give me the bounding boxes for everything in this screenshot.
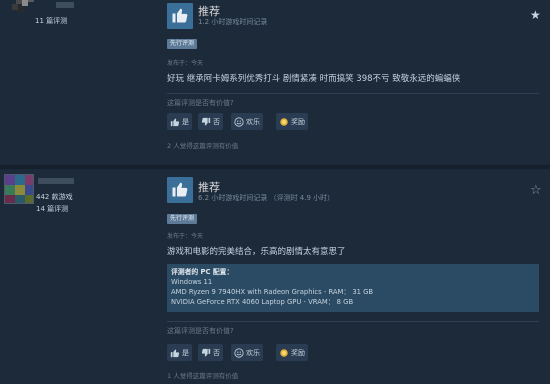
divider <box>167 321 539 322</box>
thumbs-up-icon <box>172 182 188 197</box>
review-card: 11 篇评测 推荐 1.2 小时游戏时间记录 ★ 先行评测 发布于：今天 好玩 … <box>0 0 550 164</box>
vote-funny-label: 欢乐 <box>246 348 260 357</box>
specs-line: NVIDIA GeForce RTX 4060 Laptop GPU - VRA… <box>171 298 354 306</box>
avatar[interactable] <box>4 174 34 204</box>
vote-funny-button[interactable]: 欢乐 <box>231 113 263 130</box>
award-button[interactable]: 奖励 <box>276 344 308 361</box>
author-name-blurred[interactable] <box>56 2 74 8</box>
vote-funny-button[interactable]: 欢乐 <box>231 344 263 361</box>
author-games-count[interactable]: 442 款游戏 <box>36 192 73 202</box>
award-button[interactable]: 奖励 <box>276 113 308 130</box>
specs-line: Windows 11 <box>171 278 213 286</box>
thumbs-up-icon <box>170 117 180 127</box>
vote-no-button[interactable]: 否 <box>198 344 223 361</box>
early-access-tag: 先行评测 <box>167 214 198 224</box>
early-access-tag: 先行评测 <box>167 39 198 49</box>
playtime: 1.2 小时游戏时间记录 <box>198 18 268 26</box>
vote-no-button[interactable]: 否 <box>198 113 223 130</box>
thumbs-up-icon <box>170 348 180 358</box>
thumbs-up-icon <box>172 8 188 23</box>
review-text: 好玩 继承阿卡姆系列优秀打斗 剧情紧凑 时而搞笑 398不亏 致敬永远的蝙蝠侠 <box>167 74 461 84</box>
smiley-icon <box>234 347 244 358</box>
reviewer-pc-specs: 评测者的 PC 配置： Windows 11 AMD Ryzen 9 7940H… <box>167 264 539 312</box>
vote-yes-button[interactable]: 是 <box>167 344 192 361</box>
recommended-badge <box>167 177 193 203</box>
vote-no-label: 否 <box>213 117 220 126</box>
found-helpful-count: 1 人觉得这篇评测有价值 <box>167 372 239 380</box>
vote-yes-button[interactable]: 是 <box>167 113 192 130</box>
helpful-question: 这篇评测是否有价值? <box>167 99 234 107</box>
review-separator <box>0 165 550 169</box>
vote-no-label: 否 <box>213 348 220 357</box>
author-review-count[interactable]: 11 篇评测 <box>35 16 67 26</box>
author-name-blurred[interactable] <box>38 178 74 184</box>
vote-yes-label: 是 <box>182 117 189 126</box>
found-helpful-count: 2 人觉得这篇评测有价值 <box>167 142 239 150</box>
award-icon <box>279 117 289 127</box>
author-review-count[interactable]: 14 篇评测 <box>36 204 68 214</box>
specs-title: 评测者的 PC 配置： <box>171 268 234 276</box>
playtime: 6.2 小时游戏时间记录 （评测时 4.9 小时） <box>198 194 335 202</box>
award-label: 奖励 <box>291 117 305 126</box>
thumbs-down-icon <box>201 348 211 358</box>
avatar[interactable] <box>6 0 36 18</box>
award-label: 奖励 <box>291 348 305 357</box>
posted-date: 发布于：今天 <box>167 233 204 240</box>
vote-yes-label: 是 <box>182 348 189 357</box>
award-icon <box>279 348 289 358</box>
posted-date: 发布于：今天 <box>167 60 204 67</box>
specs-line: AMD Ryzen 9 7940HX with Radeon Graphics … <box>171 288 374 296</box>
divider <box>167 93 539 94</box>
star-outline-icon[interactable]: ☆ <box>530 183 542 198</box>
vote-funny-label: 欢乐 <box>246 117 260 126</box>
recommended-badge <box>167 3 193 29</box>
star-icon[interactable]: ★ <box>530 8 541 22</box>
helpful-question: 这篇评测是否有价值? <box>167 327 234 335</box>
review-text: 游戏和电影的完美结合，乐高的剧情太有意思了 <box>167 247 346 257</box>
smiley-icon <box>234 116 244 127</box>
thumbs-down-icon <box>201 117 211 127</box>
